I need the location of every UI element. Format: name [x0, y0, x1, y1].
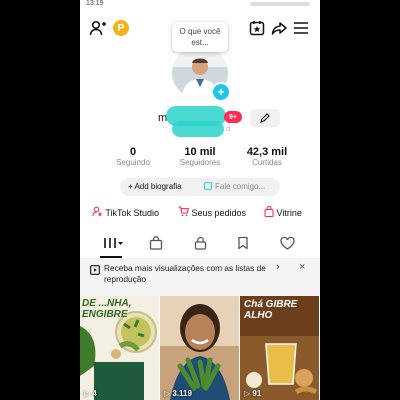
views-count: 3.119	[172, 389, 192, 398]
shortcut-tiktok-studio[interactable]: TikTok Studio	[92, 206, 159, 220]
video-tile[interactable]: Chá GIBRE ALHO ▷ 91	[240, 296, 319, 400]
video-views: ▷ 4	[84, 389, 97, 398]
calendar-star-icon[interactable]	[248, 19, 266, 37]
grid-icon	[104, 238, 123, 248]
coin-icon[interactable]: P	[113, 20, 129, 36]
bag-icon	[264, 205, 274, 218]
tab-shop[interactable]	[146, 234, 166, 252]
video-title: Chá GIBRE ALHO	[244, 299, 298, 321]
shortcut-label: TikTok Studio	[105, 208, 160, 218]
shortcut-label: Vitrine	[276, 208, 302, 218]
profile-screen: 13:19 P O que você est... + m o 9+ 0 Seg…	[80, 0, 320, 400]
tab-private[interactable]	[190, 234, 210, 252]
stat-label: Seguindo	[116, 158, 150, 167]
share-icon[interactable]	[270, 19, 288, 37]
content-tabs	[80, 230, 320, 261]
shortcut-label: Seus pedidos	[191, 208, 247, 218]
cart-icon	[178, 206, 189, 217]
heart-icon	[279, 236, 295, 250]
stat-following[interactable]: 0 Seguindo	[100, 146, 166, 167]
video-tile[interactable]: DE ...NHA, ENGIBRE ▷ 4	[80, 296, 159, 400]
status-icons	[250, 2, 310, 6]
stat-value: 10 mil	[184, 146, 216, 158]
close-icon[interactable]: ×	[299, 261, 305, 273]
add-user-icon[interactable]	[88, 18, 108, 38]
shop-bag-icon	[149, 236, 163, 250]
add-avatar-plus-icon[interactable]: +	[211, 82, 231, 102]
stat-label: Curtidas	[252, 158, 282, 167]
video-tile[interactable]: ▷ 3.119	[160, 296, 239, 400]
stat-likes[interactable]: 42,3 mil Curtidas	[234, 146, 300, 167]
pencil-icon	[260, 113, 270, 123]
views-count: 91	[252, 389, 262, 398]
shortcut-showcase[interactable]: Vitrine	[264, 205, 302, 220]
status-bar: 13:19	[80, 0, 320, 10]
chevron-right-icon[interactable]: ›	[276, 261, 280, 273]
tab-saved[interactable]	[233, 234, 253, 252]
video-title: DE ...NHA, ENGIBRE	[82, 298, 132, 320]
stat-label: Seguidores	[179, 158, 221, 167]
edit-profile-button[interactable]	[250, 109, 280, 127]
video-views: ▷ 91	[244, 389, 262, 398]
menu-icon[interactable]	[292, 19, 310, 37]
add-bio-button[interactable]: + Add biografia	[128, 182, 182, 191]
lock-icon	[194, 236, 206, 250]
stat-followers[interactable]: 10 mil Seguidores	[166, 146, 234, 167]
banner-text: Receba mais visualizações com as listas …	[104, 263, 266, 284]
status-bubble[interactable]: O que você est...	[172, 22, 228, 52]
stat-value: 42,3 mil	[246, 146, 288, 158]
video-thumbnail	[160, 296, 239, 400]
notification-badge[interactable]: 9+	[224, 111, 242, 123]
shortcut-orders[interactable]: Seus pedidos	[178, 206, 246, 220]
tab-videos[interactable]	[100, 234, 126, 252]
bookmark-icon	[238, 236, 248, 250]
playlist-icon	[90, 265, 100, 275]
chat-icon	[204, 182, 212, 190]
views-count: 4	[92, 389, 97, 398]
chat-button[interactable]: Fale comigo...	[215, 182, 265, 191]
username-suffix: o	[226, 124, 231, 133]
stats-row: 0 Seguindo 10 mil Seguidores 42,3 mil Cu…	[100, 146, 300, 170]
stat-value: 0	[129, 146, 137, 158]
bio-chat-pill: + Add biografia Fale comigo...	[120, 178, 280, 196]
handle-redaction	[172, 121, 224, 137]
tab-liked[interactable]	[277, 234, 297, 252]
user-star-icon	[92, 206, 103, 217]
video-views: ▷ 3.119	[164, 389, 192, 398]
playlist-banner[interactable]: Receba mais visualizações com as listas …	[80, 258, 320, 296]
status-time: 13:19	[86, 0, 104, 7]
